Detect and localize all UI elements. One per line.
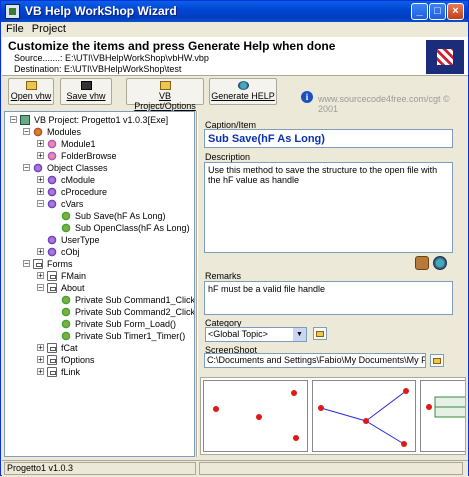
main-window: VB Help WorkShop Wizard _ □ × File Projec…	[0, 0, 469, 477]
module-icon	[47, 139, 57, 149]
thumbnail-image	[426, 396, 465, 418]
spellcheck-book-icon[interactable]	[415, 256, 429, 270]
collapse-toggle[interactable]: −	[23, 260, 30, 268]
expand-toggle[interactable]: +	[37, 356, 44, 364]
method-icon	[61, 307, 71, 317]
expand-toggle[interactable]: +	[37, 272, 44, 280]
expand-toggle[interactable]: +	[37, 368, 44, 376]
browse-screenshot-icon[interactable]	[430, 354, 444, 367]
screenshot-thumbnail[interactable]	[312, 380, 416, 452]
method-icon	[61, 319, 71, 329]
info-icon[interactable]: i	[301, 91, 313, 103]
collapse-toggle[interactable]: −	[23, 128, 30, 136]
destination-path: Destination: E:\UTI\VBHelpWorkShop\test	[14, 64, 182, 74]
method-icon	[61, 211, 71, 221]
generate-help-button[interactable]: Generate HELP	[209, 78, 277, 105]
method-icon	[61, 223, 71, 233]
forms-icon	[33, 259, 43, 269]
browse-folder-icon[interactable]	[313, 327, 327, 340]
menu-bar: File Project	[2, 22, 468, 37]
form-icon	[47, 283, 57, 293]
open-folder-icon	[25, 81, 37, 90]
status-panel	[199, 462, 463, 475]
expand-toggle[interactable]: +	[37, 248, 44, 256]
module-icon	[47, 151, 57, 161]
status-project: Progetto1 v1.0.3	[4, 462, 196, 475]
collapse-toggle[interactable]: −	[37, 200, 44, 208]
header-panel: Customize the items and press Generate H…	[2, 37, 468, 76]
folder-icon	[159, 81, 171, 90]
category-selected-value: <Global Topic>	[208, 329, 268, 339]
project-options-button[interactable]: VB Project/Options	[126, 78, 204, 111]
remarks-label: Remarks	[205, 271, 242, 281]
form-icon	[47, 367, 57, 377]
expand-toggle[interactable]: +	[37, 344, 44, 352]
class-icon	[47, 175, 57, 185]
class-icon	[47, 199, 57, 209]
screenshot-thumbnail[interactable]	[420, 380, 465, 452]
modules-icon	[33, 127, 43, 137]
collapse-toggle[interactable]: −	[37, 284, 44, 292]
save-vhw-button[interactable]: Save vhw	[60, 78, 112, 105]
project-tree[interactable]: − VB Project: Progetto1 v1.0.3[Exe] − Mo…	[4, 111, 195, 457]
class-icon	[47, 235, 57, 245]
expand-toggle[interactable]: +	[37, 188, 44, 196]
menu-file[interactable]: File	[2, 22, 28, 36]
screenshot-path-input[interactable]: C:\Documents and Settings\Fabio\My Docum…	[204, 353, 426, 368]
category-select[interactable]: <Global Topic> ▼	[205, 327, 307, 342]
project-icon	[20, 115, 30, 125]
screenshot-thumbnail[interactable]	[203, 380, 308, 452]
class-icon	[47, 247, 57, 257]
splitter[interactable]	[196, 111, 198, 457]
classes-icon	[33, 163, 43, 173]
thumbnail-image	[213, 390, 299, 441]
chevron-down-icon[interactable]: ▼	[293, 328, 306, 341]
header-heading: Customize the items and press Generate H…	[8, 39, 336, 53]
thumbnail-image	[318, 388, 409, 447]
class-icon	[47, 187, 57, 197]
open-vhw-button[interactable]: Open vhw	[8, 78, 54, 105]
wizard-logo-icon	[426, 40, 464, 74]
form-icon	[47, 271, 57, 281]
caption-input[interactable]: Sub Save(hF As Long)	[204, 129, 453, 148]
floppy-disk-icon	[80, 81, 92, 90]
form-icon	[47, 355, 57, 365]
expand-toggle[interactable]: +	[37, 152, 44, 160]
maximize-button[interactable]: □	[429, 3, 446, 20]
description-label: Description	[205, 152, 251, 162]
remarks-textarea[interactable]: hF must be a valid file handle	[204, 281, 453, 315]
window-title: VB Help WorkShop Wizard	[25, 4, 177, 18]
screenshot-preview-strip	[200, 377, 466, 455]
title-bar: VB Help WorkShop Wizard _ □ ×	[1, 1, 468, 22]
expand-toggle[interactable]: +	[37, 176, 44, 184]
method-icon	[61, 331, 71, 341]
menu-project[interactable]: Project	[28, 22, 70, 36]
expand-toggle[interactable]: +	[37, 140, 44, 148]
app-icon	[5, 4, 20, 19]
status-bar: Progetto1 v1.0.3	[2, 460, 468, 477]
collapse-toggle[interactable]: −	[10, 116, 17, 124]
source-path: Source.......: E:\UTI\VBHelpWorkShop\vbH…	[14, 53, 209, 63]
help-globe-icon	[237, 81, 249, 90]
method-icon	[61, 295, 71, 305]
description-textarea[interactable]: Use this method to save the structure to…	[204, 162, 453, 253]
close-button[interactable]: ×	[447, 3, 464, 20]
minimize-button[interactable]: _	[411, 3, 428, 20]
collapse-toggle[interactable]: −	[23, 164, 30, 172]
website-link[interactable]: www.sourcecode4free.com/cgt © 2001	[318, 94, 468, 114]
form-icon	[47, 343, 57, 353]
globe-icon[interactable]	[433, 256, 447, 270]
